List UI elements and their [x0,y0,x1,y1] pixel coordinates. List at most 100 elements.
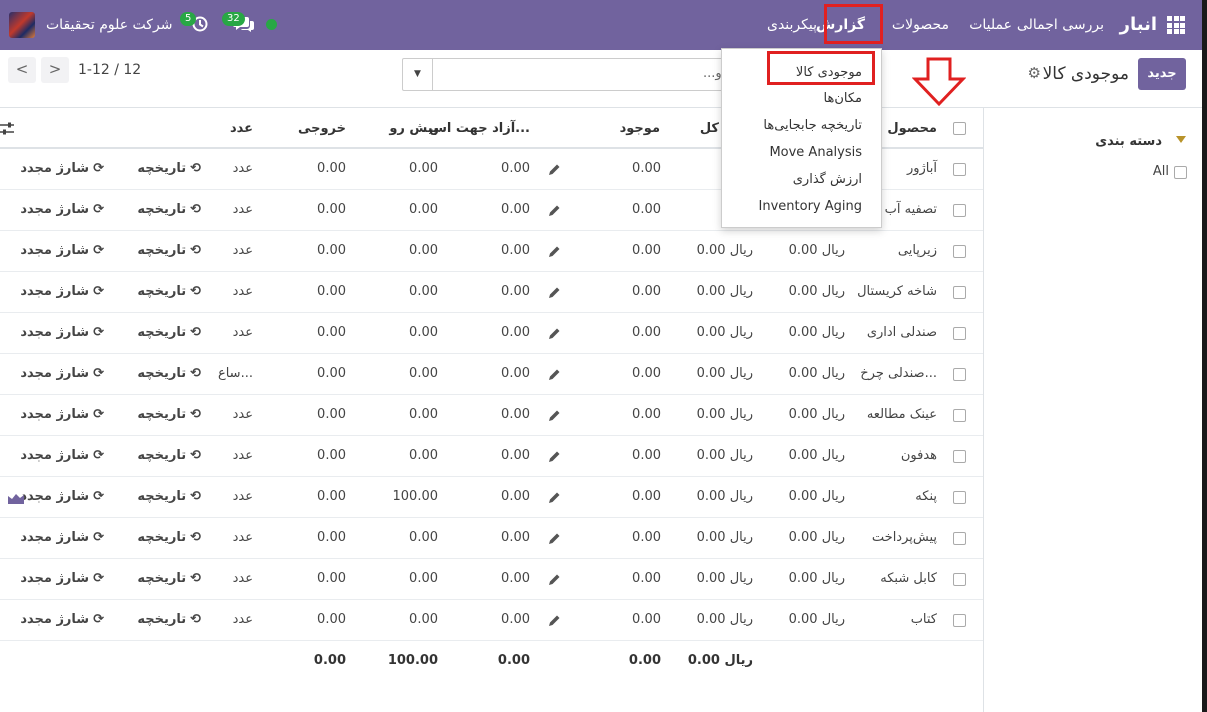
menu-operations[interactable]: عملیات [969,0,1012,50]
pencil-icon[interactable] [548,327,561,340]
category-all-checkbox[interactable] [1174,166,1187,179]
pencil-icon[interactable] [548,368,561,381]
table-row[interactable]: شاخه کریستال ریال 0.00 ریال 0.00 0.00 0.00 0.… [0,272,983,313]
cell-product[interactable]: زیرپایی [898,243,937,258]
menu-products[interactable]: محصولات [892,0,949,50]
replenish-button[interactable]: شارژ مجدد ⟳ [20,448,104,463]
replenish-button[interactable]: شارژ مجدد ⟳ [20,489,104,504]
history-button[interactable]: تاریخچه ⟲ [137,489,201,504]
pencil-icon[interactable] [548,614,561,627]
header-outgoing[interactable]: خروجی [298,121,346,136]
apps-grid-icon[interactable] [1167,16,1185,34]
menu-item-move-analysis[interactable]: Move Analysis [769,145,862,160]
menu-item-moves-history[interactable]: تاریخچه جابجایی‌ها [763,118,862,133]
forecast-chart-icon[interactable] [8,492,24,504]
cell-product[interactable]: پنکه [915,489,937,504]
pager-previous-button[interactable]: < [8,57,36,83]
menu-item-inventory-aging[interactable]: Inventory Aging [759,199,862,214]
table-row[interactable]: پیش‌پرداخت ریال 0.00 ریال 0.00 0.00 0.00 0.00… [0,518,983,559]
cell-product[interactable]: کابل شبکه [880,571,937,586]
history-button[interactable]: تاریخچه ⟲ [137,407,201,422]
replenish-button[interactable]: شارژ مجدد ⟳ [20,366,104,381]
replenish-button[interactable]: شارژ مجدد ⟳ [20,530,104,545]
new-button[interactable]: جدید [1138,58,1186,90]
replenish-button[interactable]: شارژ مجدد ⟳ [20,571,104,586]
pencil-icon[interactable] [548,286,561,299]
row-checkbox[interactable] [953,327,966,340]
row-checkbox[interactable] [953,614,966,627]
gear-icon[interactable]: ⚙ [1028,64,1041,82]
header-free[interactable]: آزاد جهت اس... [429,121,530,136]
replenish-button[interactable]: شارژ مجدد ⟳ [20,202,104,217]
pencil-icon[interactable] [548,245,561,258]
search-input[interactable]: ...و [703,66,722,81]
history-button[interactable]: تاریخچه ⟲ [137,243,201,258]
replenish-button[interactable]: شارژ مجدد ⟳ [20,612,104,627]
row-checkbox[interactable] [953,163,966,176]
row-checkbox[interactable] [953,204,966,217]
menu-overview[interactable]: بررسی اجمالی [1017,0,1104,50]
header-on-hand[interactable]: موجود [620,121,660,136]
history-button[interactable]: تاریخچه ⟲ [137,571,201,586]
row-checkbox[interactable] [953,491,966,504]
table-row[interactable]: صندلی چرخ... ریال 0.00 ریال 0.00 0.00 0.00 0.… [0,354,983,395]
cell-product[interactable]: شاخه کریستال [857,284,937,299]
history-button[interactable]: تاریخچه ⟲ [137,366,201,381]
row-checkbox[interactable] [953,532,966,545]
cell-product[interactable]: پیش‌پرداخت [872,530,937,545]
cell-product[interactable]: هدفون [901,448,937,463]
menu-item-valuation[interactable]: ارزش گذاری [793,172,862,187]
category-all-label[interactable]: All [1153,164,1169,179]
cell-product[interactable]: صندلی چرخ... [860,366,937,381]
row-checkbox[interactable] [953,450,966,463]
history-button[interactable]: تاریخچه ⟲ [137,612,201,627]
replenish-button[interactable]: شارژ مجدد ⟳ [20,161,104,176]
pager-next-button[interactable]: > [41,57,69,83]
header-uom[interactable]: عدد [230,121,253,136]
table-row[interactable]: صندلی اداری ریال 0.00 ریال 0.00 0.00 0.00 0.0… [0,313,983,354]
column-settings-icon[interactable] [0,122,16,136]
pencil-icon[interactable] [548,204,561,217]
pencil-icon[interactable] [548,532,561,545]
row-checkbox[interactable] [953,368,966,381]
row-checkbox[interactable] [953,409,966,422]
replenish-button[interactable]: شارژ مجدد ⟳ [20,325,104,340]
history-button[interactable]: تاریخچه ⟲ [137,448,201,463]
table-row[interactable]: عینک مطالعه ریال 0.00 ریال 0.00 0.00 0.00 0.0… [0,395,983,436]
table-row[interactable]: کتاب ریال 0.00 ریال 0.00 0.00 0.00 0.00 0.00 عد… [0,600,983,641]
company-name[interactable]: شرکت علوم تحقیقات [46,0,172,50]
header-incoming[interactable]: پیش رو [389,121,438,136]
menu-configuration[interactable]: پیکربندی [767,0,817,50]
table-row[interactable]: پنکه ریال 0.00 ریال 0.00 0.00 0.00 100.00 0.00… [0,477,983,518]
user-avatar[interactable] [9,12,35,38]
row-checkbox[interactable] [953,286,966,299]
cell-product[interactable]: کتاب [911,612,937,627]
header-product[interactable]: محصول [887,121,937,136]
history-button[interactable]: تاریخچه ⟲ [137,325,201,340]
replenish-button[interactable]: شارژ مجدد ⟳ [20,243,104,258]
pencil-icon[interactable] [548,409,561,422]
pager-value[interactable]: 1-12 / 12 [78,62,141,78]
search-bar[interactable]: ▼ ...و [402,58,732,91]
history-button[interactable]: تاریخچه ⟲ [137,284,201,299]
cell-product[interactable]: صندلی اداری [867,325,937,340]
pencil-icon[interactable] [548,573,561,586]
app-name[interactable]: انبار [1120,0,1157,50]
history-button[interactable]: تاریخچه ⟲ [137,161,201,176]
cell-product[interactable]: عینک مطالعه [867,407,937,422]
pencil-icon[interactable] [548,163,561,176]
table-row[interactable]: کابل شبکه ریال 0.00 ریال 0.00 0.00 0.00 0.00 0… [0,559,983,600]
history-button[interactable]: تاریخچه ⟲ [137,202,201,217]
cell-product[interactable]: تصفیه آب [885,202,937,217]
caret-down-icon[interactable]: ▼ [403,59,433,90]
row-checkbox[interactable] [953,245,966,258]
replenish-button[interactable]: شارژ مجدد ⟳ [20,284,104,299]
cell-product[interactable]: آباژور [907,161,937,176]
replenish-button[interactable]: شارژ مجدد ⟳ [20,407,104,422]
pencil-icon[interactable] [548,450,561,463]
header-total[interactable]: کل [700,121,719,136]
select-all-checkbox[interactable] [953,122,966,135]
pencil-icon[interactable] [548,491,561,504]
table-row[interactable]: هدفون ریال 0.00 ریال 0.00 0.00 0.00 0.00 0.00 ع… [0,436,983,477]
menu-item-locations[interactable]: مکان‌ها [824,91,862,106]
